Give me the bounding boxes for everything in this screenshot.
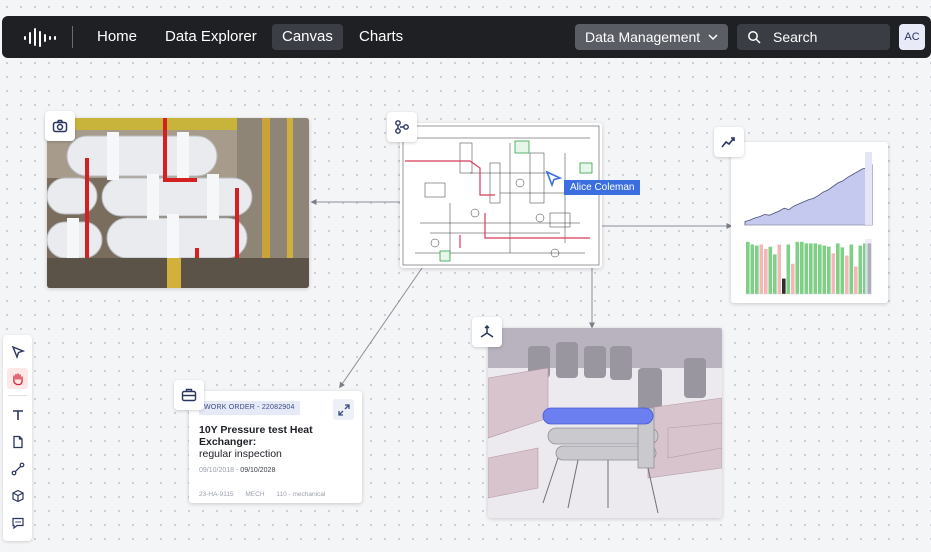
heat-exchanger-photo xyxy=(47,118,309,288)
comment-tool[interactable] xyxy=(7,512,28,533)
bar xyxy=(768,246,773,294)
chart-canvas xyxy=(744,152,873,295)
document-tool[interactable] xyxy=(7,431,28,452)
bar xyxy=(777,244,782,294)
connector-tool[interactable] xyxy=(7,458,28,479)
search-icon xyxy=(748,31,761,44)
bar xyxy=(809,243,813,294)
bar xyxy=(746,241,750,295)
work-order-end-date: 09/10/2028 xyxy=(240,467,276,474)
top-navigation-bar: Home Data Explorer Canvas Charts Data Ma… xyxy=(2,16,931,58)
bar xyxy=(791,263,795,295)
search-placeholder: Search xyxy=(773,29,818,45)
connector-icon xyxy=(11,462,24,475)
chart-card[interactable] xyxy=(731,142,888,303)
bar xyxy=(773,254,777,294)
collaborator-name-label: Alice Coleman xyxy=(564,180,641,195)
nav-charts[interactable]: Charts xyxy=(349,24,413,50)
document-icon xyxy=(12,435,23,448)
logo-divider xyxy=(72,26,73,48)
bar xyxy=(845,255,849,294)
bar xyxy=(759,244,764,294)
bar xyxy=(755,245,759,294)
bar-highlight-band xyxy=(865,239,872,294)
date-separator: - xyxy=(236,467,239,474)
bar xyxy=(831,253,836,294)
expand-icon xyxy=(337,403,350,416)
app-logo-icon[interactable] xyxy=(22,25,58,49)
canvas-toolbar xyxy=(3,335,32,541)
bar xyxy=(800,241,804,295)
data-management-dropdown[interactable]: Data Management xyxy=(575,24,728,50)
hand-icon xyxy=(12,372,23,385)
camera-icon xyxy=(52,119,68,133)
bar xyxy=(858,245,863,294)
3d-plant-model-render xyxy=(488,328,722,518)
data-management-label: Data Management xyxy=(585,29,701,45)
area-series xyxy=(744,164,873,226)
bar xyxy=(764,248,768,294)
bar xyxy=(836,243,840,294)
model-badge[interactable] xyxy=(472,317,502,347)
work-order-start-date: 09/10/2018 xyxy=(199,467,235,474)
bar xyxy=(840,247,845,295)
pid-diagram-card[interactable] xyxy=(400,123,602,268)
area-chart xyxy=(744,164,873,226)
trend-icon xyxy=(721,137,735,148)
photo-badge[interactable] xyxy=(45,111,75,141)
nav-canvas[interactable]: Canvas xyxy=(272,24,343,50)
bar xyxy=(782,278,786,294)
diagram-icon xyxy=(395,120,409,134)
bar xyxy=(795,241,800,295)
user-avatar[interactable]: AC xyxy=(899,24,925,50)
chevron-down-icon xyxy=(708,34,718,41)
work-order-dates: 09/10/2018 - 09/10/2028 xyxy=(199,467,275,474)
connector-pid-to-workorder xyxy=(339,267,423,389)
bar xyxy=(827,246,831,294)
work-order-meta: 23-HA-9115 MECH 110 - mechanical xyxy=(199,491,335,498)
work-order-tag: WORK ORDER - 22082904 xyxy=(199,401,300,415)
pid-diagram-drawing xyxy=(402,125,600,266)
bar xyxy=(786,244,791,294)
nav-data-explorer[interactable]: Data Explorer xyxy=(155,24,267,50)
work-order-subtitle: regular inspection xyxy=(199,448,282,460)
pid-badge[interactable] xyxy=(387,112,417,142)
bar xyxy=(854,266,858,294)
chart-badge[interactable] xyxy=(714,127,744,157)
bar xyxy=(818,244,822,294)
bar xyxy=(813,243,818,294)
work-order-badge[interactable] xyxy=(174,380,204,410)
photo-card[interactable] xyxy=(47,118,309,288)
work-order-category: 110 - mechanical xyxy=(276,491,326,498)
select-tool[interactable] xyxy=(7,341,28,362)
bar xyxy=(849,244,854,294)
work-order-title: 10Y Pressure test Heat Exchanger: xyxy=(199,424,313,448)
cube-icon xyxy=(11,489,24,502)
area-highlight-band xyxy=(865,152,872,225)
work-order-card[interactable]: WORK ORDER - 22082904 10Y Pressure test … xyxy=(189,391,362,503)
work-order-discipline: MECH xyxy=(245,491,265,498)
bar-chart xyxy=(746,241,872,295)
toolbar-divider xyxy=(8,395,27,396)
select-icon xyxy=(11,345,25,359)
briefcase-icon xyxy=(181,388,197,402)
text-tool[interactable] xyxy=(7,404,28,425)
shape-tool[interactable] xyxy=(7,485,28,506)
bar xyxy=(750,244,755,294)
text-icon xyxy=(12,409,23,420)
bar xyxy=(804,243,809,294)
bar xyxy=(822,245,827,294)
hand-tool[interactable] xyxy=(7,368,28,389)
3d-model-card[interactable] xyxy=(488,328,722,518)
comment-icon xyxy=(11,517,24,529)
3d-axis-icon xyxy=(480,324,494,338)
collaborator-cursor-icon xyxy=(545,170,563,188)
nav-home[interactable]: Home xyxy=(87,24,147,50)
expand-button[interactable] xyxy=(333,399,354,420)
work-order-tag-number: 23-HA-9115 xyxy=(199,491,234,498)
search-input[interactable]: Search xyxy=(737,24,890,50)
